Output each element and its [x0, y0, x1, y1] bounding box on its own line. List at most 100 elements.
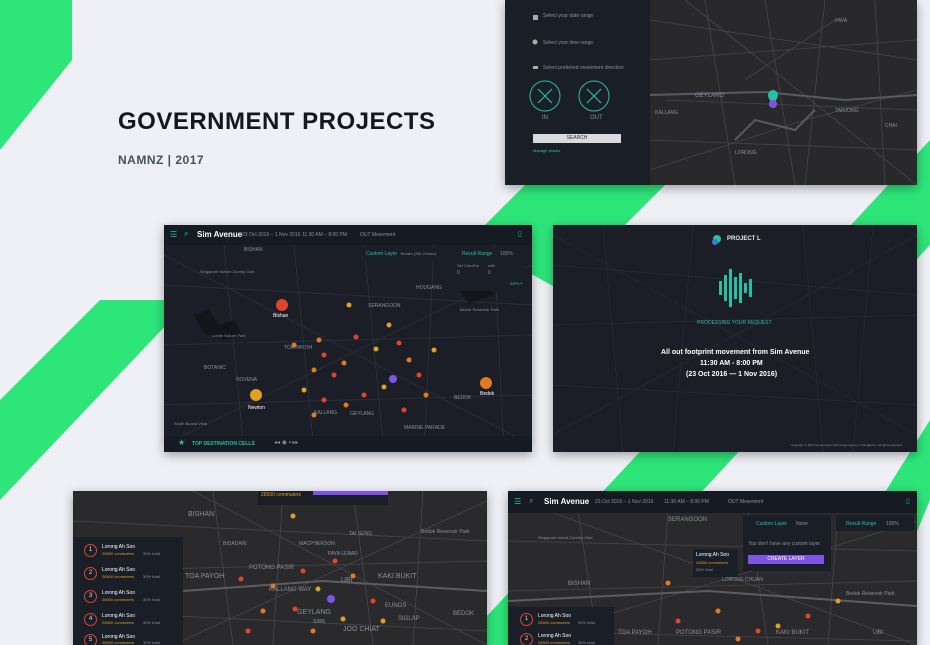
- bookmark-icon[interactable]: ▯: [518, 230, 522, 238]
- map-label-bidadari: BIDADARI: [223, 541, 247, 547]
- rank-badge: 2: [84, 567, 97, 580]
- movement-value[interactable]: OUT Movement: [360, 232, 395, 238]
- rank-count: 26500 commuters: [102, 640, 135, 645]
- rank-name[interactable]: Lorong Ah Soo: [102, 567, 135, 573]
- result-range-label[interactable]: Result Range: [846, 521, 876, 527]
- custom-layer-label: Custom Layer: [366, 251, 398, 257]
- apply-button[interactable]: APPLY: [510, 281, 523, 286]
- map-label-toa-payoh: TOA PAYOH: [185, 573, 225, 580]
- map-label-sims: SIMS: [313, 619, 326, 625]
- result-range-value[interactable]: 100%: [500, 251, 513, 257]
- rank-name[interactable]: Lorong Ah Soo: [538, 633, 571, 639]
- rank-count: 26500 commuters: [102, 597, 135, 602]
- rank-name[interactable]: Lorong Ah Soo: [102, 613, 135, 619]
- range-from-value[interactable]: 0: [457, 270, 460, 276]
- rank-pct: 30% total: [578, 620, 595, 625]
- time-range-value[interactable]: 11:30 AM – 8:00 PM: [302, 232, 347, 238]
- rank-count: 26500 commuters: [538, 620, 571, 625]
- range-from-label: Set Cutoff to: [457, 263, 480, 268]
- rank-pct: 30% total: [143, 597, 160, 602]
- map-label-geylang: GEYLANG: [695, 93, 725, 99]
- screenshot-custom-layer: ☰ ⌕ Sim Avenue 23 Oct 2016 – 1 Nov 2016 …: [508, 491, 917, 645]
- rank-name[interactable]: Lorong Ah Soo: [538, 613, 571, 619]
- faint-map-background: [553, 225, 917, 452]
- map-label-serangoon: SERANGOON: [668, 517, 708, 523]
- map-label-joo-chiat: JOO CHIAT: [343, 626, 380, 633]
- rank-badge: 5: [84, 634, 97, 645]
- map-label-tai-seng: TAI SENG: [349, 531, 372, 537]
- map-label-hougang: HOUGANG: [416, 285, 442, 291]
- screenshot-sim-avenue-map: ☰ ⌕ Sim Avenue 23 Oct 2016 – 1 Nov 2016 …: [164, 225, 532, 452]
- rank-badge: 4: [84, 613, 97, 626]
- place-label-bedok: Bedok: [480, 391, 495, 397]
- page-title: GOVERNMENT PROJECTS: [118, 108, 436, 135]
- map-label-bedok: BEDOK: [454, 395, 472, 401]
- date-range-value[interactable]: 23 Oct 2016 – 1 Nov 2016: [595, 499, 653, 505]
- result-range-label[interactable]: Result Range: [462, 251, 492, 257]
- rank-badge: 2: [520, 633, 533, 645]
- map-label-toa-payoh: TOA PAYOH: [284, 345, 313, 351]
- map-label-kallang-way: KALLANG WAY: [269, 587, 312, 593]
- tooltip-count: 26500 commuters: [261, 492, 302, 498]
- rank-badge: 3: [84, 590, 97, 603]
- place-label-bishan: Bishan: [273, 313, 289, 319]
- map-label-chai: CHAI: [885, 123, 897, 129]
- manage-results-link[interactable]: Manage results: [533, 148, 560, 153]
- app-title: Sim Avenue: [197, 230, 243, 239]
- map-label-bedok-reservoir: Bedok Reservoir Park: [421, 529, 470, 535]
- map-label-marine-parade: MARINE PARADE: [404, 425, 446, 431]
- custom-layer-value: Yerram (Sth Choice): [400, 251, 437, 256]
- summary-line-1: All out footprint movement from Sim Aven…: [661, 349, 810, 356]
- time-range-select[interactable]: Select your time range: [543, 40, 593, 46]
- range-to-label: with: [488, 263, 496, 268]
- date-range-select[interactable]: Select your date range: [543, 13, 593, 19]
- playback-controls[interactable]: ◂◂ ◉ ▪ ▸▸: [274, 439, 298, 446]
- menu-icon[interactable]: ☰: [170, 230, 177, 239]
- map-label-lorong: LORONG: [735, 150, 757, 156]
- tooltip-count: 26500 commuters: [696, 560, 729, 565]
- search-button[interactable]: SEARCH: [533, 134, 621, 143]
- summary-line-3: (23 Oct 2016 — 1 Nov 2016): [686, 371, 778, 378]
- custom-layer-label[interactable]: Custom Layer: [756, 521, 787, 527]
- copyright-footer: Copyright © 2016 Government Technology A…: [791, 443, 903, 447]
- map-label-bishan: BISHAN: [244, 247, 263, 253]
- bookmark-icon[interactable]: ▯: [906, 497, 910, 505]
- map-label-novena: NOVENA: [236, 377, 258, 383]
- rank-count: 26500 commuters: [102, 551, 135, 556]
- map-label-kallang: KALLANG: [314, 410, 338, 416]
- search-icon[interactable]: ⌕: [184, 229, 188, 239]
- map-label-serangoon: SERANGOON: [368, 303, 401, 309]
- menu-icon[interactable]: ☰: [514, 497, 521, 506]
- map-label-bedok: BEDOK: [453, 611, 475, 617]
- map-label-tanjong: TANJONG: [835, 108, 859, 114]
- map-label-lorong-chuan: LORONG CHUAN: [722, 577, 763, 583]
- time-range-value[interactable]: 11:30 AM – 8:00 PM: [664, 499, 709, 505]
- map-label-ubi: UBI: [873, 630, 884, 636]
- map-label-macpherson: MACPHERSON: [299, 541, 335, 547]
- search-icon[interactable]: ⌕: [529, 496, 533, 506]
- date-range-value[interactable]: 23 Oct 2016 – 1 Nov 2016: [242, 232, 300, 238]
- rank-pct: 30% total: [143, 551, 160, 556]
- place-label-newton: Newton: [248, 405, 265, 411]
- rank-count: 26500 commuters: [538, 640, 571, 645]
- map-label-bedok-reservoir: Bedok Reservoir Park: [846, 591, 895, 597]
- map-label-geylang: GEYLANG: [297, 609, 331, 616]
- result-range-value[interactable]: 100%: [886, 521, 899, 527]
- rank-pct: 30% total: [143, 620, 160, 625]
- rank-name[interactable]: Lorong Ah Soo: [102, 544, 135, 550]
- map-label-paya: PAYA: [835, 18, 848, 24]
- map-label-eunos: EUNOS: [385, 603, 407, 609]
- map-label-bishan: BISHAN: [568, 581, 591, 587]
- custom-layer-value[interactable]: None: [796, 521, 808, 527]
- movement-value[interactable]: OUT Movement: [728, 499, 763, 505]
- create-layer-button[interactable]: CREATE LAYER: [748, 555, 824, 564]
- map-label-ubi: UBI: [341, 577, 353, 584]
- map-label-kallang: KALLANG: [655, 110, 679, 116]
- case-study-cover: GOVERNMENT PROJECTS NAMNZ | 2017 Select …: [0, 0, 930, 645]
- summary-line-2: 11:30 AM - 8:00 PM: [700, 360, 763, 367]
- screenshot-top-destinations: 26500 commuters 1 Lorong Ah Soo 26500 co…: [73, 491, 487, 645]
- range-to-value[interactable]: 0: [488, 270, 491, 276]
- rank-name[interactable]: Lorong Ah Soo: [102, 590, 135, 596]
- app-title: Sim Avenue: [544, 497, 590, 506]
- top-destination-cells-label[interactable]: TOP DESTINATION CELLS: [192, 441, 255, 447]
